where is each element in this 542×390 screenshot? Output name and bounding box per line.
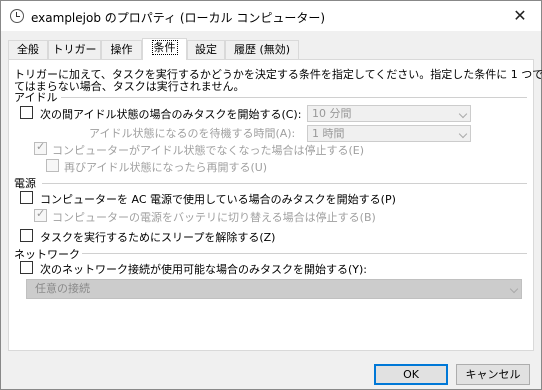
chevron-down-icon bbox=[509, 284, 519, 294]
tab-triggers[interactable]: トリガー bbox=[48, 40, 101, 60]
idle-divider bbox=[61, 97, 527, 98]
close-icon[interactable]: ✕ bbox=[505, 4, 535, 28]
ac-power-checkbox[interactable] bbox=[20, 191, 33, 204]
network-divider bbox=[82, 253, 527, 254]
idle-start-checkbox[interactable] bbox=[20, 106, 33, 119]
stop-if-not-idle-label: コンピューターがアイドル状態でなくなった場合は停止する(E) bbox=[52, 144, 364, 157]
idle-wait-select[interactable]: 1 時間 bbox=[307, 125, 471, 142]
stop-if-not-idle-checkbox[interactable] bbox=[34, 140, 47, 155]
conditions-panel: トリガーに加えて、タスクを実行するかどうかを決定する条件を指定してください。指定… bbox=[8, 59, 542, 351]
idle-section-label: アイドル bbox=[14, 91, 58, 104]
idle-start-label: 次の間アイドル状態の場合のみタスクを開始する(C): bbox=[40, 108, 302, 121]
ok-button[interactable]: OK bbox=[374, 364, 448, 385]
network-section-label: ネットワーク bbox=[14, 248, 80, 261]
wake-to-run-label: タスクを実行するためにスリープを解除する(Z) bbox=[40, 231, 276, 244]
idle-wait-label: アイドル状態になるのを待機する時間(A): bbox=[89, 127, 296, 140]
cancel-button[interactable]: キャンセル bbox=[456, 364, 530, 385]
stop-on-battery-checkbox[interactable] bbox=[34, 207, 47, 222]
network-only-label: 次のネットワーク接続が使用可能な場合のみタスクを開始する(Y): bbox=[40, 263, 368, 276]
tab-settings[interactable]: 設定 bbox=[187, 40, 225, 60]
network-only-checkbox[interactable] bbox=[20, 261, 33, 274]
chevron-down-icon bbox=[458, 129, 468, 139]
restart-if-idle-checkbox[interactable] bbox=[46, 159, 59, 172]
tab-general[interactable]: 全般 bbox=[8, 40, 48, 60]
window-title: examplejob のプロパティ (ローカル コンピューター) bbox=[31, 11, 326, 25]
title-bar: examplejob のプロパティ (ローカル コンピューター) ✕ bbox=[1, 1, 541, 31]
chevron-down-icon bbox=[458, 109, 468, 119]
tab-history[interactable]: 履歴 (無効) bbox=[225, 40, 299, 60]
task-clock-icon bbox=[10, 9, 24, 23]
stop-on-battery-label: コンピューターの電源をバッテリに切り替える場合は停止する(B) bbox=[52, 211, 376, 224]
tab-conditions[interactable]: 条件 bbox=[142, 38, 187, 60]
ac-power-label: コンピューターを AC 電源で使用している場合のみタスクを開始する(P) bbox=[40, 193, 396, 206]
network-connection-select[interactable]: 任意の接続 bbox=[26, 279, 522, 299]
power-section-label: 電源 bbox=[14, 177, 36, 190]
restart-if-idle-label: 再びアイドル状態になったら再開する(U) bbox=[64, 161, 268, 174]
tab-actions[interactable]: 操作 bbox=[101, 40, 142, 60]
power-divider bbox=[42, 183, 527, 184]
properties-dialog: examplejob のプロパティ (ローカル コンピューター) ✕ 全般 トリ… bbox=[0, 0, 542, 390]
wake-to-run-checkbox[interactable] bbox=[20, 229, 33, 242]
idle-duration-select[interactable]: 10 分間 bbox=[307, 105, 471, 122]
